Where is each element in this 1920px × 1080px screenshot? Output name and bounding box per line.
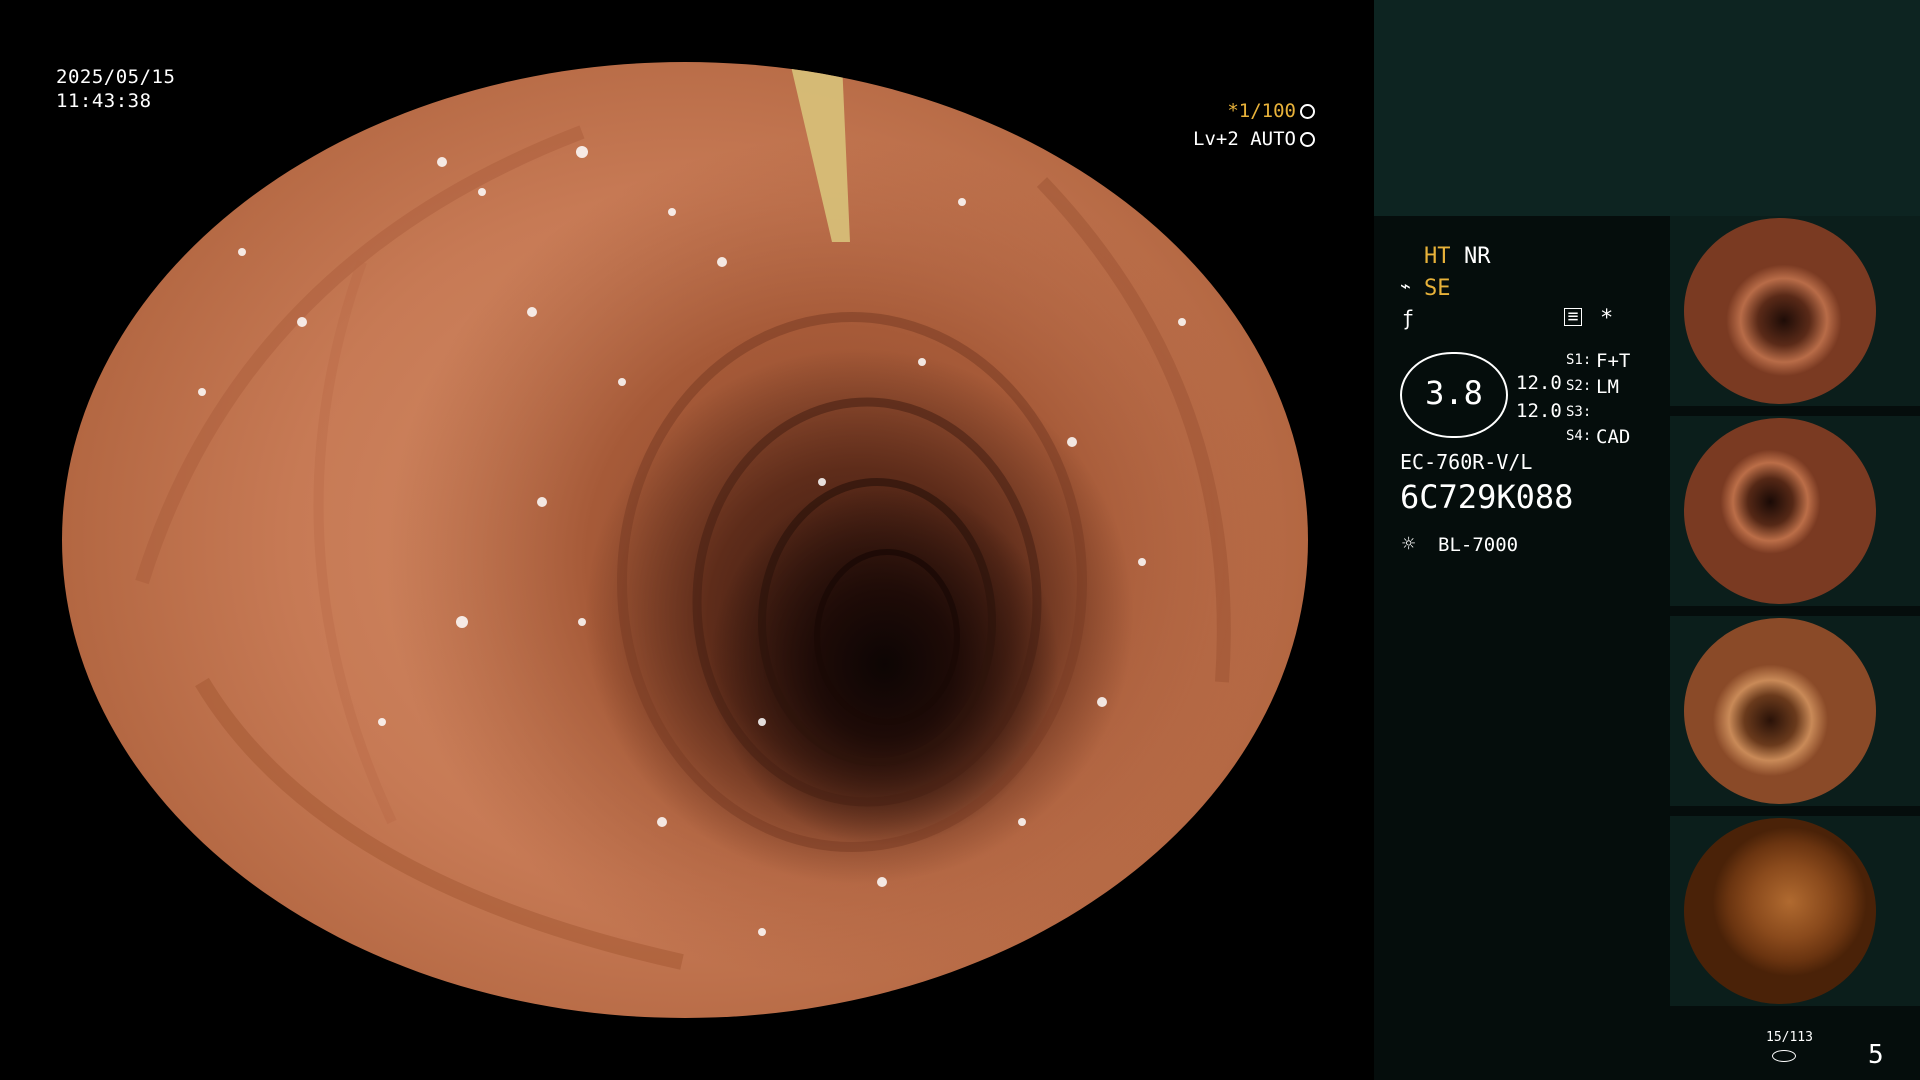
nr-indicator: NR xyxy=(1464,244,1491,269)
light-source-model: BL-7000 xyxy=(1438,534,1519,556)
scope-serial: 6C729K088 xyxy=(1400,478,1574,516)
iris-icon xyxy=(1300,132,1315,147)
s2-key: S2: xyxy=(1566,378,1592,394)
scope-model: EC-760R-V/L xyxy=(1400,450,1533,474)
exposure-level: Lv+2 AUTO xyxy=(1193,128,1296,150)
setting-a: 12.0 xyxy=(1516,372,1562,394)
thumbnail-4[interactable] xyxy=(1670,816,1920,1006)
zoom-gauge: 3.8 xyxy=(1400,352,1508,438)
endoscope-live-view xyxy=(62,62,1308,1018)
page-number: 5 xyxy=(1868,1040,1884,1070)
light-bulb-icon: ☼ xyxy=(1402,532,1416,557)
capture-date: 2025/05/15 xyxy=(56,66,176,88)
record-icon: ≡ xyxy=(1564,308,1582,326)
s3-key: S3: xyxy=(1566,404,1592,420)
se-indicator: SE xyxy=(1424,276,1451,301)
sharpness-icon: ƒ xyxy=(1402,306,1415,330)
mucosa-folds xyxy=(135,62,1231,970)
s1-key: S1: xyxy=(1566,352,1592,368)
thumbnail-1[interactable] xyxy=(1670,216,1920,406)
panel-header-area xyxy=(1374,0,1920,216)
s2-value: LM xyxy=(1596,376,1619,398)
zoom-gauge-value: 3.8 xyxy=(1425,374,1483,412)
asterisk-indicator: * xyxy=(1600,306,1614,331)
storage-disk-icon xyxy=(1772,1050,1796,1062)
thumbnail-3[interactable] xyxy=(1670,616,1920,806)
endoscopy-screen: 2025/05/15 11:43:38 *1/100 Lv+2 AUTO HT … xyxy=(0,0,1920,1080)
s1-value: F+T xyxy=(1596,350,1631,372)
ht-indicator: HT xyxy=(1424,244,1451,269)
s4-key: S4: xyxy=(1566,428,1592,444)
s4-value: CAD xyxy=(1596,426,1631,448)
snowflake-wheel-icon xyxy=(1300,104,1315,119)
capture-time: 11:43:38 xyxy=(56,90,152,112)
thumbnail-2[interactable] xyxy=(1670,416,1920,606)
shutter-readout: *1/100 xyxy=(1227,100,1315,122)
exposure-readout: Lv+2 AUTO xyxy=(1193,128,1315,150)
image-counter: 15/113 xyxy=(1766,1030,1813,1045)
setting-b: 12.0 xyxy=(1516,400,1562,422)
enhance-icon: ⌁ xyxy=(1400,276,1411,297)
shutter-speed: *1/100 xyxy=(1227,100,1296,122)
